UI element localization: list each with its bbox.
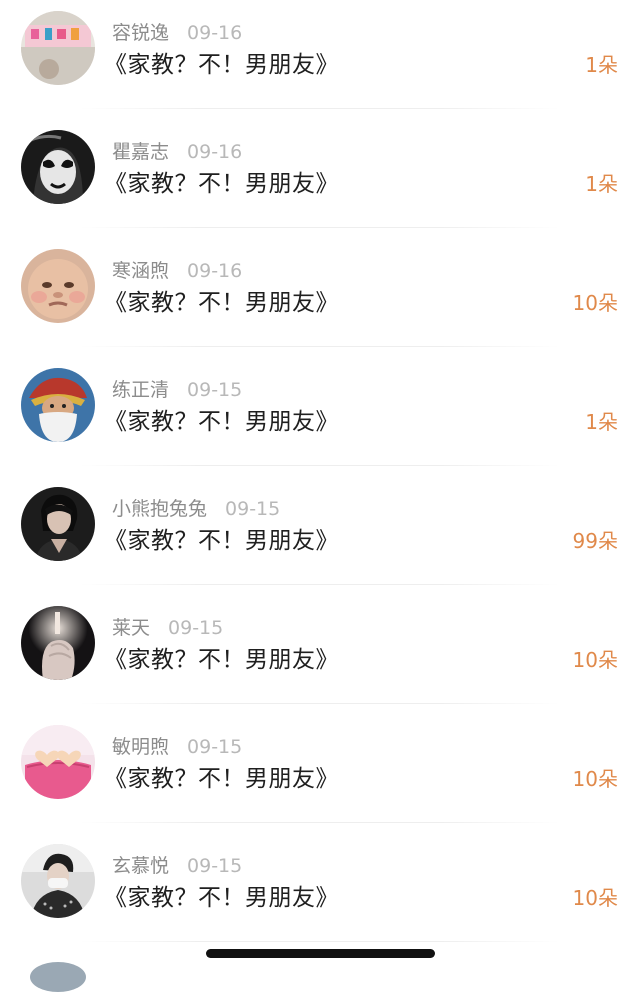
list-item[interactable]: 敏明煦 09-15 《家教？不！男朋友》 10朵 — [0, 714, 640, 833]
divider — [80, 941, 560, 942]
avatar-face-paint-bw-icon[interactable] — [21, 130, 95, 204]
user-meta: 容锐逸 09-16 — [112, 20, 242, 46]
gift-record-list: 容锐逸 09-16 《家教？不！男朋友》 1朵 瞿嘉志 09-16 《家教？不！男朋… — [0, 0, 640, 952]
list-item[interactable]: 寒涵煦 09-16 《家教？不！男朋友》 10朵 — [0, 238, 640, 357]
username[interactable]: 寒涵煦 — [112, 260, 169, 282]
avatar-masked-person-icon[interactable] — [21, 844, 95, 918]
date: 09-16 — [187, 22, 243, 44]
home-indicator[interactable] — [206, 949, 435, 958]
date: 09-15 — [225, 498, 281, 520]
username[interactable]: 练正清 — [112, 379, 169, 401]
user-meta: 莱天 09-15 — [112, 615, 223, 641]
book-title[interactable]: 《家教？不！男朋友》 — [104, 167, 339, 201]
username[interactable]: 容锐逸 — [112, 22, 169, 44]
gift-count: 1朵 — [585, 53, 618, 77]
username[interactable]: 玄慕悦 — [112, 855, 169, 877]
user-meta: 瞿嘉志 09-16 — [112, 139, 242, 165]
date: 09-15 — [168, 617, 224, 639]
gift-count: 1朵 — [585, 172, 618, 196]
avatar-bearded-warrior-icon[interactable] — [21, 368, 95, 442]
list-item[interactable]: 练正清 09-15 《家教？不！男朋友》 1朵 — [0, 357, 640, 476]
gift-count: 10朵 — [572, 767, 618, 791]
divider — [80, 822, 560, 823]
divider — [80, 108, 560, 109]
list-item[interactable]: 莱天 09-15 《家教？不！男朋友》 10朵 — [0, 595, 640, 714]
divider — [80, 227, 560, 228]
avatar-pink-hearts-icon[interactable] — [21, 725, 95, 799]
username[interactable]: 小熊抱兔兔 — [112, 498, 207, 520]
avatar-hand-light-icon[interactable] — [21, 606, 95, 680]
user-meta: 敏明煦 09-15 — [112, 734, 242, 760]
divider — [80, 703, 560, 704]
user-meta: 小熊抱兔兔 09-15 — [112, 496, 280, 522]
user-meta: 寒涵煦 09-16 — [112, 258, 242, 284]
next-avatar-peek — [30, 962, 86, 992]
avatar-baby-face-icon[interactable] — [21, 249, 95, 323]
user-meta: 练正清 09-15 — [112, 377, 242, 403]
avatar-toddler-pink-banner-icon[interactable] — [21, 11, 95, 85]
book-title[interactable]: 《家教？不！男朋友》 — [104, 405, 339, 439]
list-item[interactable]: 容锐逸 09-16 《家教？不！男朋友》 1朵 — [0, 0, 640, 119]
list-item[interactable]: 小熊抱兔兔 09-15 《家教？不！男朋友》 99朵 — [0, 476, 640, 595]
gift-count: 10朵 — [572, 648, 618, 672]
list-item[interactable]: 玄慕悦 09-15 《家教？不！男朋友》 10朵 — [0, 833, 640, 952]
divider — [80, 465, 560, 466]
book-title[interactable]: 《家教？不！男朋友》 — [104, 643, 339, 677]
date: 09-15 — [187, 736, 243, 758]
username[interactable]: 莱天 — [112, 617, 150, 639]
gift-count: 99朵 — [572, 529, 618, 553]
gift-count: 10朵 — [572, 291, 618, 315]
username[interactable]: 瞿嘉志 — [112, 141, 169, 163]
book-title[interactable]: 《家教？不！男朋友》 — [104, 286, 339, 320]
gift-count: 1朵 — [585, 410, 618, 434]
avatar-dark-portrait-icon[interactable] — [21, 487, 95, 561]
date: 09-15 — [187, 379, 243, 401]
book-title[interactable]: 《家教？不！男朋友》 — [104, 762, 339, 796]
date: 09-16 — [187, 260, 243, 282]
date: 09-15 — [187, 855, 243, 877]
list-item[interactable]: 瞿嘉志 09-16 《家教？不！男朋友》 1朵 — [0, 119, 640, 238]
username[interactable]: 敏明煦 — [112, 736, 169, 758]
user-meta: 玄慕悦 09-15 — [112, 853, 242, 879]
date: 09-16 — [187, 141, 243, 163]
divider — [80, 584, 560, 585]
book-title[interactable]: 《家教？不！男朋友》 — [104, 48, 339, 82]
gift-count: 10朵 — [572, 886, 618, 910]
book-title[interactable]: 《家教？不！男朋友》 — [104, 881, 339, 915]
divider — [80, 346, 560, 347]
book-title[interactable]: 《家教？不！男朋友》 — [104, 524, 339, 558]
